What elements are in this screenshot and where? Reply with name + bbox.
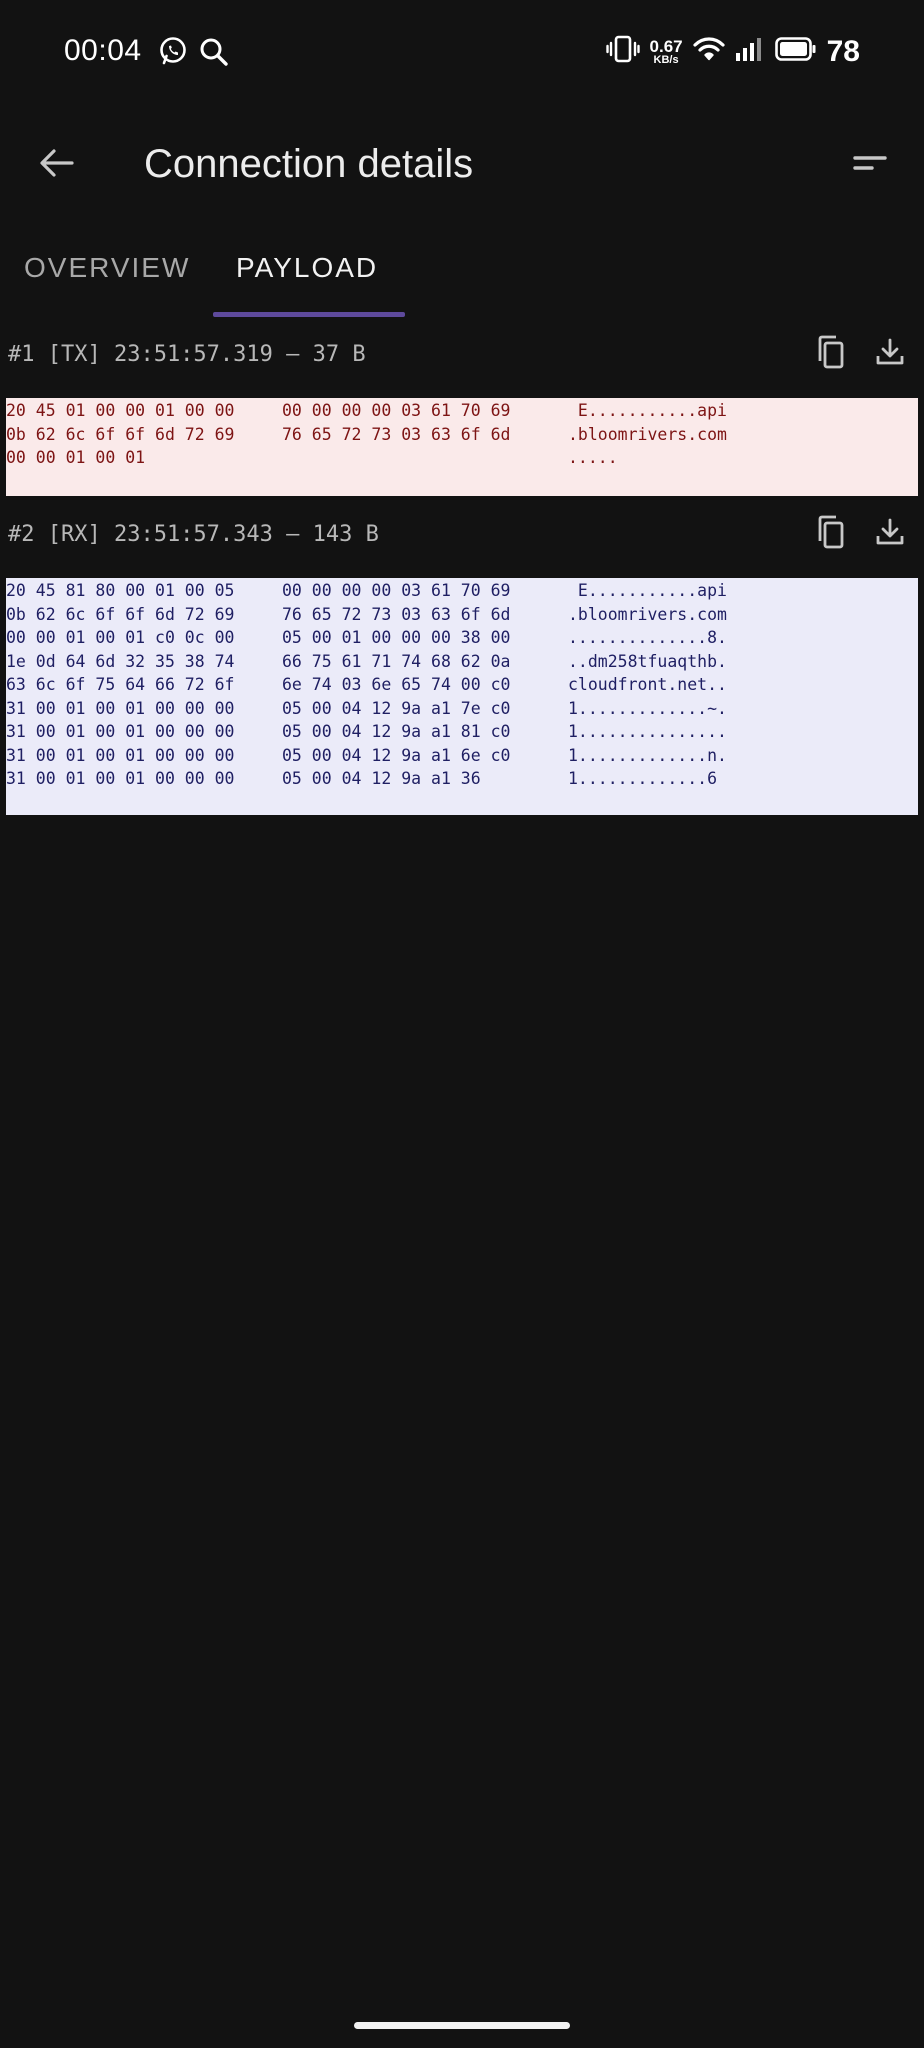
download-button[interactable]	[870, 332, 910, 376]
status-system-icons: 0.67 KB/s 78	[605, 34, 860, 69]
hex-bytes-b: 05 00 04 12 9a a1 6e c0	[282, 745, 511, 765]
packet-label: #1 [TX] 23:51:57.319 — 37 B	[8, 342, 366, 367]
hex-ascii: .bloomrivers.com	[568, 604, 727, 624]
hex-ascii: cloudfront.net..	[568, 675, 727, 694]
hex-ascii: 1.............n.	[568, 745, 727, 765]
copy-button[interactable]	[810, 512, 850, 556]
packet-label: #2 [RX] 23:51:57.343 — 143 B	[8, 522, 379, 547]
hex-row: 63 6c 6f 75 64 66 72 6f 6e 74 03 6e 65 74…	[6, 673, 918, 697]
hex-bytes-b: 05 00 04 12 9a a1 81 c0	[282, 722, 511, 741]
download-button[interactable]	[870, 512, 910, 556]
copy-icon	[814, 514, 846, 555]
tab-bar: OVERVIEW PAYLOAD	[0, 224, 924, 318]
hex-row: 00 00 01 00 01.....	[6, 446, 918, 470]
hex-bytes-b: 66 75 61 71 74 68 62 0a	[282, 651, 511, 671]
home-gesture-bar[interactable]	[354, 2022, 570, 2029]
hex-ascii: .bloomrivers.com	[568, 424, 727, 444]
hex-ascii: 1.............6	[568, 769, 718, 788]
sort-menu-button[interactable]	[842, 140, 898, 192]
hex-row: 0b 62 6c 6f 6f 6d 72 69 76 65 72 73 03 63…	[6, 603, 918, 627]
packet-actions	[810, 332, 910, 376]
hex-bytes-a: 31 00 01 00 01 00 00 00	[6, 722, 235, 741]
hex-ascii: 1.............~.	[568, 698, 727, 718]
network-speed-value: 0.67	[649, 36, 683, 56]
hex-ascii: E...........api	[568, 581, 727, 600]
packet-header-2: #2 [RX] 23:51:57.343 — 143 B	[0, 508, 924, 568]
hex-bytes-b: 00 00 00 00 03 61 70 69	[282, 581, 511, 600]
hex-ascii: ..dm258tfuaqthb.	[568, 651, 727, 671]
page-title: Connection details	[144, 142, 474, 186]
tab-overview[interactable]: OVERVIEW	[24, 252, 190, 284]
tab-payload[interactable]: PAYLOAD	[236, 252, 378, 284]
hex-bytes-b: 76 65 72 73 03 63 6f 6d	[282, 424, 511, 444]
hex-row: 1e 0d 64 6d 32 35 38 74 66 75 61 71 74 68…	[6, 650, 918, 674]
hex-row: 20 45 81 80 00 01 00 05 00 00 00 00 03 61…	[6, 579, 918, 603]
hex-bytes-b: 00 00 00 00 03 61 70 69	[282, 401, 511, 420]
hex-row: 31 00 01 00 01 00 00 00 05 00 04 12 9a a1…	[6, 697, 918, 721]
packet-actions	[810, 512, 910, 556]
battery-icon	[774, 36, 817, 67]
hex-bytes-b: 6e 74 03 6e 65 74 00 c0	[282, 675, 511, 694]
hex-bytes-b	[282, 446, 568, 470]
hex-bytes-a: 63 6c 6f 75 64 66 72 6f	[6, 675, 235, 694]
packet-header-1: #1 [TX] 23:51:57.319 — 37 B	[0, 328, 924, 388]
hex-bytes-a: 31 00 01 00 01 00 00 00	[6, 769, 235, 788]
hex-bytes-a: 0b 62 6c 6f 6f 6d 72 69	[6, 604, 235, 624]
status-bar: 00:04 0.67 KB/s 78	[0, 0, 924, 108]
network-speed-unit: KB/s	[653, 53, 679, 66]
app-bar: Connection details	[0, 108, 924, 224]
back-arrow-icon	[39, 147, 75, 184]
tab-indicator	[213, 312, 405, 317]
hex-ascii: .....	[568, 448, 618, 467]
download-icon	[874, 336, 906, 373]
hex-row: 31 00 01 00 01 00 00 00 05 00 04 12 9a a1…	[6, 720, 918, 744]
hex-row: 0b 62 6c 6f 6f 6d 72 69 76 65 72 73 03 63…	[6, 423, 918, 447]
hex-bytes-a: 0b 62 6c 6f 6f 6d 72 69	[6, 424, 235, 444]
copy-button[interactable]	[810, 332, 850, 376]
network-speed: 0.67 KB/s	[650, 38, 683, 66]
vibrate-icon	[605, 34, 640, 69]
status-notification-icons	[158, 36, 230, 73]
back-button[interactable]	[30, 138, 84, 192]
status-time: 00:04	[64, 34, 142, 67]
hex-bytes-b: 05 00 04 12 9a a1 7e c0	[282, 698, 511, 718]
wifi-icon	[693, 36, 725, 67]
hex-bytes-b: 76 65 72 73 03 63 6f 6d	[282, 604, 511, 624]
hex-ascii: ..............8.	[568, 628, 727, 647]
hex-ascii: 1...............	[568, 722, 727, 741]
hex-row: 20 45 01 00 00 01 00 00 00 00 00 00 03 61…	[6, 399, 918, 423]
signal-icon	[735, 36, 765, 67]
hex-bytes-a: 00 00 01 00 01	[6, 448, 146, 467]
hex-dump-tx: 20 45 01 00 00 01 00 00 00 00 00 00 03 61…	[6, 398, 918, 496]
hex-bytes-a: 20 45 81 80 00 01 00 05	[6, 581, 235, 600]
hex-bytes-a: 31 00 01 00 01 00 00 00	[6, 745, 235, 765]
whatsapp-icon	[158, 36, 188, 73]
search-icon	[198, 36, 230, 73]
hex-bytes-a: 31 00 01 00 01 00 00 00	[6, 698, 235, 718]
hex-bytes-b: 05 00 01 00 00 00 38 00	[282, 628, 511, 647]
hex-ascii: E...........api	[568, 401, 727, 420]
hex-bytes-b: 05 00 04 12 9a a1 36	[282, 769, 481, 788]
hex-bytes-a: 20 45 01 00 00 01 00 00	[6, 401, 235, 420]
hex-row: 31 00 01 00 01 00 00 00 05 00 04 12 9a a1…	[6, 744, 918, 768]
hex-bytes-a: 1e 0d 64 6d 32 35 38 74	[6, 651, 235, 671]
hex-bytes-a: 00 00 01 00 01 c0 0c 00	[6, 628, 235, 647]
hex-row: 00 00 01 00 01 c0 0c 00 05 00 01 00 00 00…	[6, 626, 918, 650]
sort-menu-icon	[852, 154, 888, 179]
hex-row: 31 00 01 00 01 00 00 00 05 00 04 12 9a a1…	[6, 767, 918, 791]
battery-level: 78	[826, 34, 860, 68]
copy-icon	[814, 334, 846, 375]
hex-dump-rx: 20 45 81 80 00 01 00 05 00 00 00 00 03 61…	[6, 578, 918, 815]
download-icon	[874, 516, 906, 553]
